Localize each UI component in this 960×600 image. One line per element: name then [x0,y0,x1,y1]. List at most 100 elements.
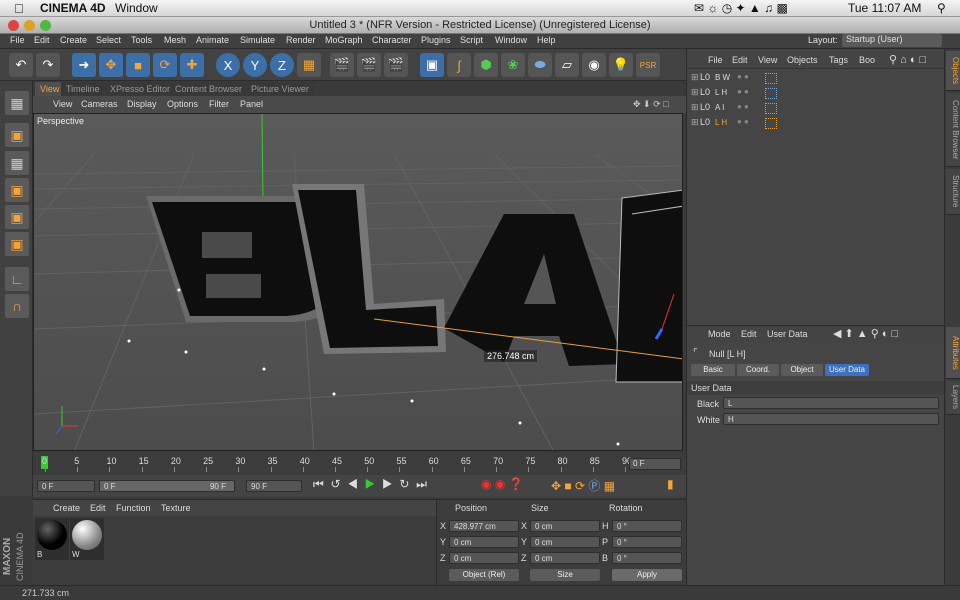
viewmenu-filter[interactable]: Filter [209,99,229,109]
attribute-nav-icons[interactable]: ◀ ⬆ ▲ ⚲ ◐ □ [833,327,898,340]
go-to-start-icon[interactable]: ⏮ [313,477,324,491]
viewmenu-view[interactable]: View [53,99,72,109]
position-x-field[interactable]: 428.977 cm [449,520,519,532]
rotation-h-field[interactable]: 0 ° [612,520,682,532]
mac-window-menu[interactable]: Window [115,1,158,15]
min-time-field[interactable]: 0 F [37,480,95,492]
expand-icon[interactable]: ⊞ [691,102,699,113]
scale-icon[interactable]: ■ [126,53,150,77]
menu-plugins[interactable]: Plugins [421,35,451,45]
edges-mode-icon[interactable]: ▣ [5,205,29,229]
material-menu-edit[interactable]: Edit [90,503,106,513]
mograph-cloner-icon[interactable]: ❀ [501,53,525,77]
tab-attributes-vertical[interactable]: Attributes [946,327,960,379]
object-row[interactable]: ⊞ L0 L H ● ● [687,116,945,131]
coord-size-mode-select[interactable]: Size [530,569,600,581]
next-key-icon[interactable]: ↻ [399,477,409,491]
light-icon[interactable]: 💡 [609,53,633,77]
menu-window[interactable]: Window [495,35,527,45]
tab-timeline[interactable]: Timeline [61,82,105,96]
user-data-tag-icon[interactable] [765,88,777,99]
coordinate-system-icon[interactable]: ▦ [297,53,321,77]
apply-button[interactable]: Apply [612,569,682,581]
camera-icon[interactable]: ◉ [582,53,606,77]
apple-icon[interactable]:  [14,1,24,16]
max-time-field[interactable]: 90 F [246,480,302,492]
model-mode-icon[interactable]: ▣ [5,123,29,147]
subdivision-icon[interactable]: ⬢ [474,53,498,77]
object-row[interactable]: ⊞ L0 L H ● ● [687,86,945,101]
app-menu[interactable]: CINEMA 4D [40,1,106,15]
axis-mode-icon[interactable]: ∟ [5,267,29,291]
menu-character[interactable]: Character [372,35,412,45]
tab-content-browser-vertical[interactable]: Content Browser [946,93,960,167]
viewmenu-options[interactable]: Options [167,99,198,109]
coord-mode-select[interactable]: Object (Rel) [449,569,519,581]
close-icon[interactable] [8,20,19,31]
menu-select[interactable]: Select [96,35,121,45]
texture-mode-icon[interactable]: ▦ [5,151,29,175]
deformer-icon[interactable]: ⬬ [528,53,552,77]
make-editable-icon[interactable]: ▦ [5,91,29,115]
tab-picture-viewer[interactable]: Picture Viewer [246,82,314,96]
tab-object[interactable]: Object [781,364,823,376]
visibility-dots-icon[interactable]: ● ● [737,117,749,126]
user-data-tag-icon[interactable] [765,118,777,129]
previous-key-icon[interactable]: ↺ [330,477,340,491]
zoom-icon[interactable] [40,20,51,31]
menu-edit[interactable]: Edit [34,35,50,45]
rotation-p-field[interactable]: 0 ° [612,536,682,548]
spline-pen-icon[interactable]: ∫ [447,53,471,77]
timeline-window-icon[interactable]: ▮ [667,477,674,491]
objmenu-bookmarks[interactable]: Boo [859,55,875,65]
psr-icon[interactable]: PSR [636,53,660,77]
redo-icon[interactable]: ↷ [36,53,60,77]
play-icon[interactable]: ▶ [365,477,376,491]
menu-create[interactable]: Create [60,35,87,45]
rotate-icon[interactable]: ⟳ [153,53,177,77]
previous-frame-icon[interactable]: ◀ [347,477,358,491]
layout-select[interactable]: Startup (User) [842,34,942,47]
attmenu-mode[interactable]: Mode [708,329,731,339]
key-scale-icon[interactable]: ■ [564,479,571,493]
key-position-icon[interactable]: ✥ [551,479,561,493]
undo-icon[interactable]: ↶ [9,53,33,77]
object-row[interactable]: ⊞ L0 B W ● ● [687,71,945,86]
size-z-field[interactable]: 0 cm [530,552,600,564]
move-icon[interactable]: ✥ [99,53,123,77]
go-to-end-icon[interactable]: ⏭ [416,477,427,491]
attmenu-edit[interactable]: Edit [741,329,757,339]
current-frame-field[interactable]: 0 F [629,458,681,470]
tab-xpresso-editor[interactable]: XPresso Editor [105,82,176,96]
user-data-tag-icon[interactable] [765,103,777,114]
rotation-b-field[interactable]: 0 ° [612,552,682,564]
menu-mograph[interactable]: MoGraph [325,35,363,45]
key-pla-icon[interactable]: ▦ [604,479,615,493]
expand-icon[interactable]: ⊞ [691,72,699,83]
menu-animate[interactable]: Animate [196,35,229,45]
z-axis-icon[interactable]: Z [270,53,294,77]
tab-layers-vertical[interactable]: Layers [946,381,960,415]
position-y-field[interactable]: 0 cm [449,536,519,548]
keyframe-selection-icon[interactable]: ❓ [509,477,524,491]
objmenu-file[interactable]: File [708,55,723,65]
tab-coord[interactable]: Coord. [737,364,779,376]
record-icon[interactable]: ◉ [481,477,491,491]
viewmenu-panel[interactable]: Panel [240,99,263,109]
objmenu-objects[interactable]: Objects [787,55,818,65]
render-picture-viewer-icon[interactable]: 🎬 [357,53,381,77]
key-rotation-icon[interactable]: ⟳ [575,479,585,493]
menu-tools[interactable]: Tools [131,35,152,45]
points-mode-icon[interactable]: ▣ [5,178,29,202]
view-navigation-icons[interactable]: ✥ ⬇ ⟳ □ [633,99,669,110]
objmenu-tags[interactable]: Tags [829,55,848,65]
material-menu-create[interactable]: Create [53,503,80,513]
expand-icon[interactable]: ⊞ [691,87,699,98]
next-frame-icon[interactable]: ▶ [382,477,393,491]
tab-view[interactable]: View [35,82,65,96]
objmenu-view[interactable]: View [758,55,777,65]
timeline-ruler[interactable]: 0 5 10 15 20 25 30 35 40 45 50 55 60 65 70 75 80 85 90 0 F [33,453,686,475]
visibility-dots-icon[interactable]: ● ● [737,102,749,111]
viewmenu-display[interactable]: Display [127,99,157,109]
y-axis-icon[interactable]: Y [243,53,267,77]
